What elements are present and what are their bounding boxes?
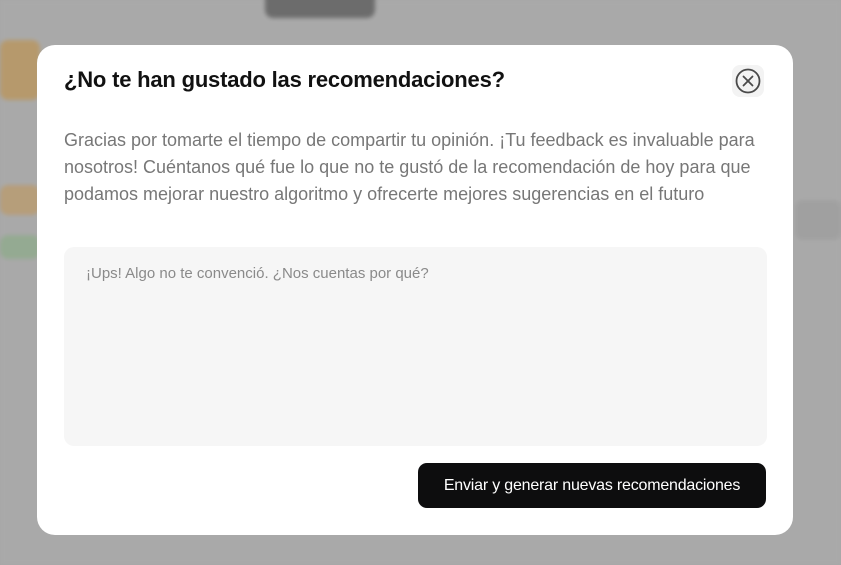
feedback-textarea[interactable] <box>64 247 767 446</box>
close-circle-icon <box>735 68 761 94</box>
close-button[interactable] <box>732 65 764 97</box>
submit-button[interactable]: Enviar y generar nuevas recomendaciones <box>418 463 766 508</box>
feedback-modal: ¿No te han gustado las recomendaciones? … <box>37 45 793 535</box>
modal-description: Gracias por tomarte el tiempo de compart… <box>64 130 755 204</box>
modal-title: ¿No te han gustado las recomendaciones? <box>64 67 505 92</box>
